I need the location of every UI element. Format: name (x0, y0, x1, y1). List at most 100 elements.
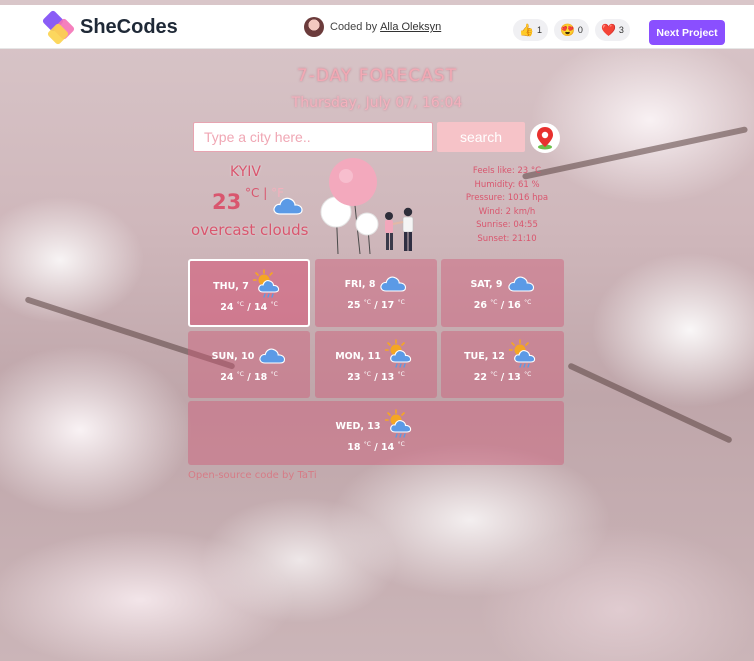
next-project-button[interactable]: Next Project (649, 20, 725, 45)
forecast-separator: / (370, 442, 382, 454)
forecast-card[interactable]: SUN, 10 24 °C / 18 °C (188, 331, 310, 398)
forecast-card[interactable]: THU, 7 24 °C / 14 °C (188, 259, 310, 327)
cloud-icon (507, 271, 535, 297)
heart-icon: ❤️ (600, 23, 616, 37)
forecast-card-header: SUN, 10 (212, 345, 287, 367)
forecast-card-header: TUE, 12 (464, 339, 541, 368)
forecast-high: 22 (473, 372, 487, 384)
current-temperature: 23 (212, 190, 242, 214)
forecast-temperature: 18 °C / 14 °C (347, 441, 405, 453)
forecast-unit: °C (397, 299, 405, 306)
current-date: Thursday, July 07, 16:04 (291, 95, 463, 111)
thumbs-up-icon: 👍 (519, 23, 534, 37)
coded-by-label: Coded by (330, 21, 378, 33)
page-title: 7-DAY FORECAST (296, 66, 458, 86)
reactions: 👍 1 😍 0 ❤️ 3 (513, 19, 630, 41)
forecast-card-header: SAT, 9 (470, 273, 534, 295)
feels-like: Feels like: 23 °C (472, 166, 542, 176)
forecast-low: 14 (254, 302, 268, 314)
forecast-high: 18 (347, 442, 361, 454)
forecast-temperature: 24 °C / 18 °C (220, 371, 278, 383)
wind: Wind: 2 km/h (478, 206, 536, 217)
forecast-temperature: 25 °C / 17 °C (347, 299, 405, 311)
forecast-high: 24 (220, 372, 234, 384)
reaction-count: 0 (577, 25, 583, 35)
forecast-unit: °C (524, 371, 532, 378)
current-city: KYIV (230, 164, 261, 180)
shecodes-logo[interactable]: SheCodes (41, 9, 178, 46)
weather-details: Feels like: 23 °C Humidity: 61 % Pressur… (454, 165, 560, 247)
forecast-unit: °C (363, 371, 371, 378)
avatar (304, 17, 324, 37)
shecodes-logo-icon (41, 9, 76, 46)
forecast-card-header: FRI, 8 (345, 273, 408, 295)
forecast-day: FRI, 8 (344, 278, 376, 290)
forecast-unit: °C (397, 371, 405, 378)
forecast-low: 16 (507, 300, 521, 312)
forecast-low: 13 (381, 372, 395, 384)
forecast-card[interactable]: SAT, 9 26 °C / 16 °C (441, 259, 564, 327)
forecast-unit: °C (236, 301, 244, 308)
source-credit[interactable]: Open-source code by TaTi (188, 470, 317, 481)
forecast-separator: / (497, 372, 508, 384)
cloud-icon (258, 343, 286, 369)
reaction-count: 1 (536, 25, 542, 35)
search-button[interactable]: search (437, 122, 525, 152)
forecast-card[interactable]: FRI, 8 25 °C / 17 °C (315, 259, 437, 327)
forecast-day: MON, 11 (335, 350, 381, 362)
unit-separator: | (263, 186, 268, 200)
forecast-temperature: 26 °C / 16 °C (474, 299, 532, 311)
forecast-separator: / (243, 372, 255, 384)
forecast-separator: / (370, 372, 382, 384)
cloud-icon (272, 192, 304, 220)
reaction-thumbs-up[interactable]: 👍 1 (513, 19, 548, 41)
forecast-card[interactable]: MON, 11 23 °C / 13 °C (315, 331, 437, 398)
cloud-icon (379, 271, 407, 297)
forecast-separator: / (497, 300, 508, 312)
forecast-separator: / (243, 302, 255, 314)
forecast-unit: °C (270, 371, 278, 378)
forecast-high: 26 (473, 300, 487, 312)
forecast-unit: °C (397, 441, 405, 448)
sun-cloud-rain-icon (383, 409, 417, 443)
forecast-high: 24 (220, 302, 234, 314)
sun-cloud-rain-icon (508, 339, 541, 373)
coded-by: Coded by Alla Oleksyn (304, 17, 441, 37)
forecast-unit: °C (524, 299, 532, 306)
reaction-count: 3 (618, 25, 624, 35)
forecast-card-header: MON, 11 (335, 339, 417, 368)
forecast-unit: °C (363, 441, 371, 448)
pressure: Pressure: 1016 hpa (465, 193, 549, 204)
brand-name: SheCodes (80, 15, 178, 38)
background-branch (567, 362, 733, 444)
forecast-day: SAT, 9 (470, 278, 503, 290)
forecast-day: WED, 13 (335, 420, 381, 432)
forecast-day: TUE, 12 (464, 350, 505, 362)
reaction-heart[interactable]: ❤️ 3 (594, 19, 630, 41)
reaction-heart-eyes[interactable]: 😍 0 (553, 19, 589, 41)
sun-cloud-rain-icon (252, 269, 285, 303)
forecast-low: 13 (507, 372, 521, 384)
couple-balloons-illustration (316, 156, 426, 260)
humidity: Humidity: 61 % (474, 179, 540, 190)
sunrise: Sunrise: 04:55 (476, 220, 538, 231)
sunset: Sunset: 21:10 (477, 233, 537, 244)
forecast-low: 14 (381, 442, 395, 454)
forecast-high: 23 (347, 372, 361, 384)
city-search-input[interactable] (193, 122, 433, 152)
forecast-card[interactable]: WED, 13 18 °C / 14 °C (188, 401, 564, 465)
location-pin-icon[interactable] (530, 123, 560, 153)
author-link[interactable]: Alla Oleksyn (380, 21, 441, 33)
forecast-card[interactable]: TUE, 12 22 °C / 13 °C (441, 331, 564, 398)
forecast-separator: / (370, 300, 382, 312)
celsius-link[interactable]: °C (245, 186, 259, 200)
forecast-unit: °C (236, 371, 244, 378)
forecast-day: THU, 7 (213, 280, 249, 292)
forecast-unit: °C (270, 301, 278, 308)
top-bar: SheCodes Coded by Alla Oleksyn 👍 1 😍 0 ❤… (0, 5, 754, 49)
sun-cloud-rain-icon (384, 339, 417, 373)
heart-eyes-icon: 😍 (559, 23, 575, 37)
forecast-temperature: 24 °C / 14 °C (220, 301, 278, 313)
forecast-temperature: 22 °C / 13 °C (474, 371, 532, 383)
forecast-low: 17 (381, 300, 395, 312)
